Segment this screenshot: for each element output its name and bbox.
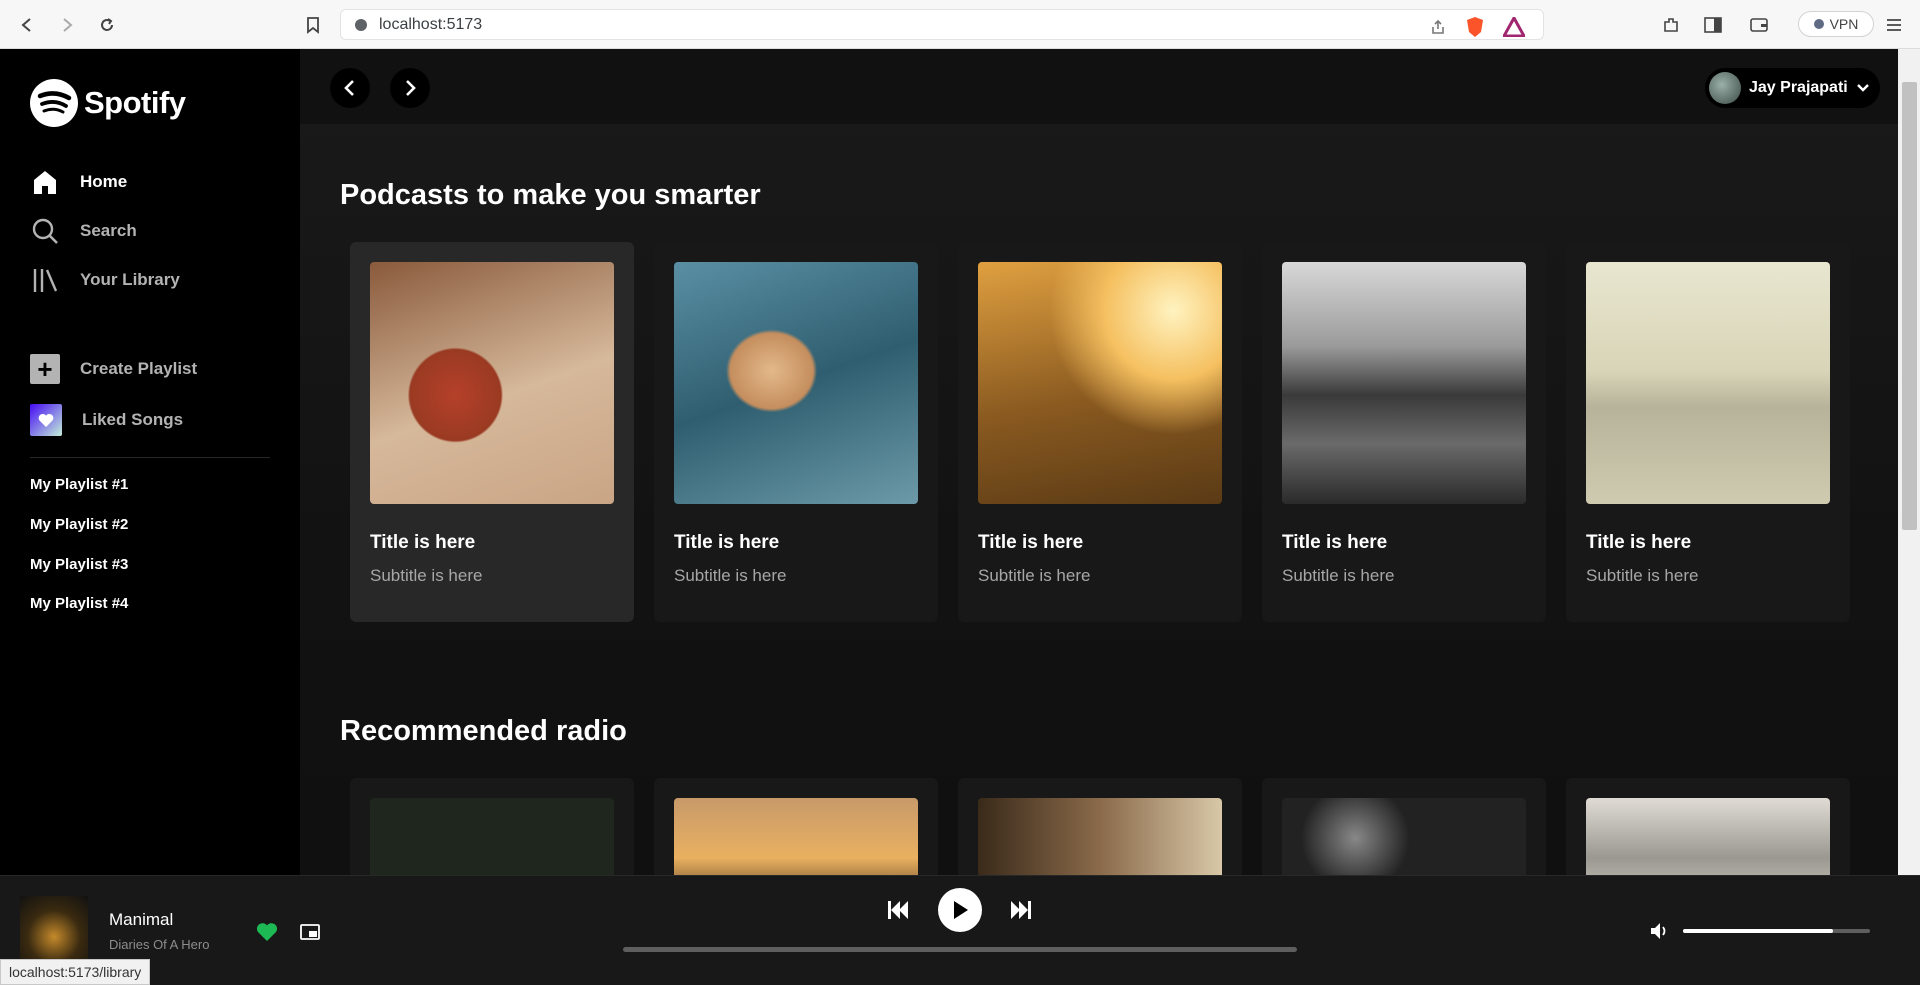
chevron-down-icon <box>1856 84 1869 92</box>
share-icon[interactable] <box>1429 18 1447 36</box>
create-playlist-button[interactable]: + Create Playlist <box>30 354 197 384</box>
play-icon <box>954 901 968 919</box>
url-text: localhost:5173 <box>379 15 483 33</box>
card-subtitle: Subtitle is here <box>674 566 787 585</box>
album-cover[interactable] <box>20 896 88 964</box>
card-title: Title is here <box>1586 532 1692 553</box>
main-content: Jay Prajapati Podcasts to make you smart… <box>300 49 1898 898</box>
previous-button[interactable] <box>884 898 912 922</box>
sidebar-toggle-icon[interactable] <box>1702 14 1724 36</box>
nav-home-label: Home <box>80 172 128 191</box>
search-icon <box>30 216 60 246</box>
scrollbar-thumb[interactable] <box>1902 82 1917 530</box>
library-icon <box>30 265 60 295</box>
nav-home[interactable]: Home <box>30 167 127 197</box>
heart-icon <box>256 923 278 941</box>
podcast-card[interactable]: Title is here Subtitle is here <box>350 242 634 622</box>
extensions-icon[interactable] <box>1660 14 1682 36</box>
next-button[interactable] <box>1007 898 1035 922</box>
podcast-card[interactable]: Title is here Subtitle is here <box>654 242 938 622</box>
user-name: Jay Prajapati <box>1749 79 1848 96</box>
avatar <box>1709 72 1741 104</box>
nav-library-label: Your Library <box>80 270 180 289</box>
progress-bar[interactable] <box>623 947 1297 952</box>
spotify-logo[interactable]: Spotify <box>30 79 186 127</box>
link-status-tooltip: localhost:5173/library <box>0 959 151 985</box>
card-image <box>978 262 1222 504</box>
card-image <box>674 262 918 504</box>
liked-songs-button[interactable]: Liked Songs <box>30 404 183 436</box>
create-playlist-label: Create Playlist <box>80 359 198 378</box>
playlist-item[interactable]: My Playlist #2 <box>30 516 128 533</box>
liked-songs-label: Liked Songs <box>82 410 184 429</box>
like-button[interactable] <box>255 920 279 944</box>
card-title: Title is here <box>1282 532 1388 553</box>
card-subtitle: Subtitle is here <box>1586 566 1699 585</box>
home-icon <box>30 167 60 197</box>
podcast-card[interactable]: Title is here Subtitle is here <box>1262 242 1546 622</box>
pip-icon <box>300 924 320 940</box>
brave-shield-icon[interactable] <box>1465 16 1485 38</box>
nav-library[interactable]: Your Library <box>30 265 180 295</box>
card-title: Title is here <box>370 532 476 553</box>
card-image <box>1282 262 1526 504</box>
top-bar: Jay Prajapati <box>300 49 1898 124</box>
plus-icon: + <box>30 354 60 384</box>
player-bar: Manimal Diaries Of A Hero <box>0 875 1920 985</box>
vpn-status-icon <box>1813 19 1824 29</box>
nav-search[interactable]: Search <box>30 216 137 246</box>
wallet-icon[interactable] <box>1748 14 1770 36</box>
sidebar-divider <box>30 457 270 458</box>
heart-icon <box>30 404 62 436</box>
playlist-item[interactable]: My Playlist #3 <box>30 556 128 573</box>
card-subtitle: Subtitle is here <box>978 566 1091 585</box>
chevron-left-icon <box>344 80 354 96</box>
volume-slider[interactable] <box>1683 929 1870 933</box>
card-subtitle: Subtitle is here <box>1282 566 1395 585</box>
song-title[interactable]: Manimal <box>109 910 173 930</box>
forward-button[interactable] <box>390 68 430 108</box>
podcast-card[interactable]: Title is here Subtitle is here <box>958 242 1242 622</box>
podcast-card[interactable]: Title is here Subtitle is here <box>1566 242 1850 622</box>
volume-icon <box>1651 923 1666 939</box>
back-button[interactable] <box>330 68 370 108</box>
card-title: Title is here <box>674 532 780 553</box>
section-title: Recommended radio <box>340 715 627 747</box>
logo-text: Spotify <box>84 85 186 120</box>
playlist-item[interactable]: My Playlist #1 <box>30 476 128 493</box>
spotify-logo-icon <box>30 79 78 127</box>
menu-icon[interactable] <box>1883 14 1905 36</box>
browser-forward-icon[interactable] <box>56 14 78 36</box>
chevron-right-icon <box>406 80 416 96</box>
section-title: Podcasts to make you smarter <box>340 179 761 211</box>
vpn-button[interactable]: VPN <box>1798 11 1874 37</box>
playlist-item[interactable]: My Playlist #4 <box>30 595 128 612</box>
skip-back-icon <box>888 901 908 919</box>
play-button[interactable] <box>938 888 982 932</box>
user-menu-button[interactable]: Jay Prajapati <box>1705 68 1880 108</box>
site-info-icon[interactable] <box>355 18 367 31</box>
vpn-label: VPN <box>1829 16 1859 32</box>
volume-level <box>1683 929 1833 933</box>
brave-rewards-icon[interactable] <box>1503 17 1525 37</box>
bookmark-icon[interactable] <box>302 14 324 36</box>
artist-name[interactable]: Diaries Of A Hero <box>109 937 209 952</box>
browser-back-icon[interactable] <box>16 14 38 36</box>
card-subtitle: Subtitle is here <box>370 566 483 585</box>
card-title: Title is here <box>978 532 1084 553</box>
volume-button[interactable] <box>1648 920 1672 942</box>
browser-reload-icon[interactable] <box>96 14 118 36</box>
address-bar[interactable]: localhost:5173 <box>340 9 1544 40</box>
nav-search-label: Search <box>80 221 137 240</box>
sidebar: Spotify Home Search Your Library + Creat… <box>0 49 300 875</box>
card-image <box>1586 262 1830 504</box>
card-image <box>370 262 614 504</box>
picture-in-picture-button[interactable] <box>298 920 322 944</box>
browser-toolbar: localhost:5173 VPN <box>0 0 1920 49</box>
skip-forward-icon <box>1011 901 1031 919</box>
